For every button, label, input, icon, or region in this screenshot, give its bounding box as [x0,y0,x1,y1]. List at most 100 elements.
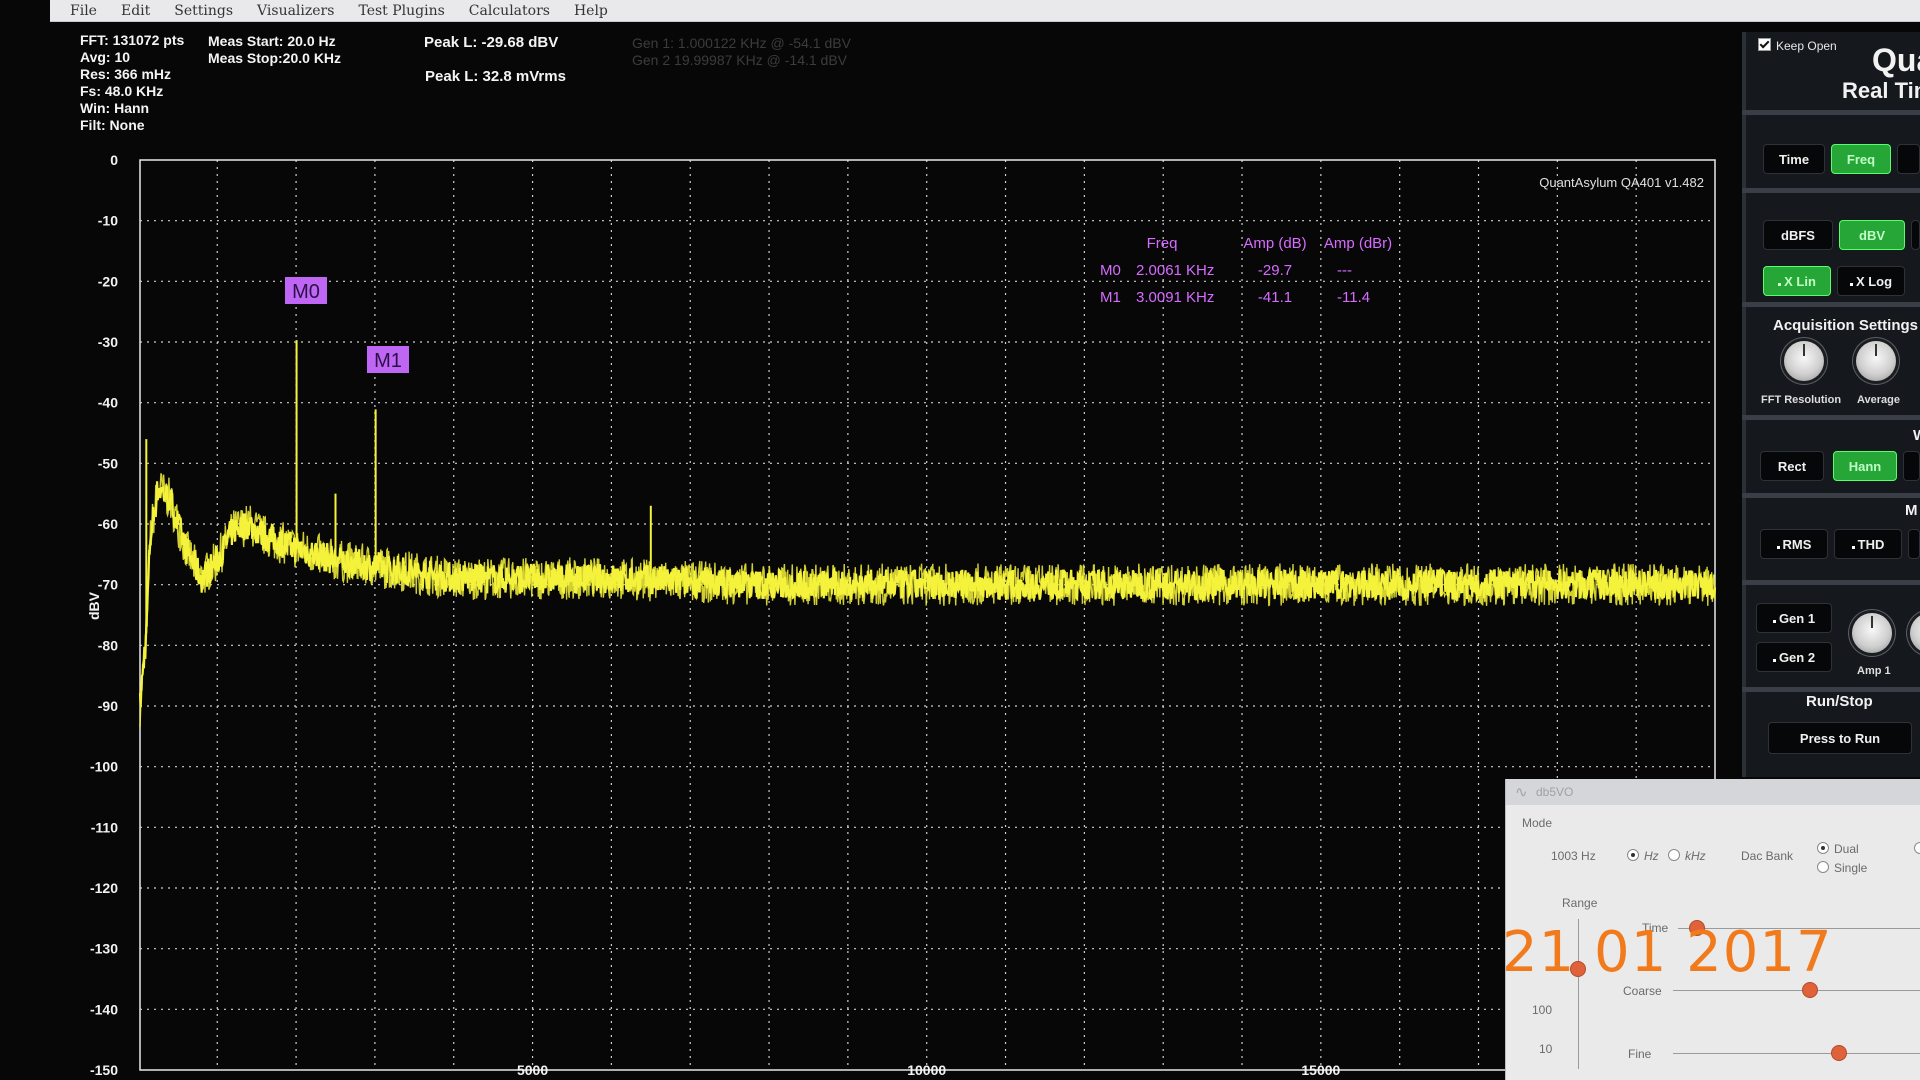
fft-resolution-knob[interactable] [1784,341,1824,381]
marker-row-amp-dbr: -11.4 [1337,289,1370,306]
khz-radio-label: kHz [1685,849,1706,863]
y-tick-label: -140 [90,1001,118,1017]
y-tick-label: -20 [98,273,118,289]
plot-watermark: QuantAsylum QA401 v1.482 [1539,175,1704,190]
keep-open-checkbox[interactable]: Keep Open [1758,38,1837,53]
panel-divider [1742,580,1920,585]
marker-m1[interactable]: M1 [367,346,409,373]
hz-radio[interactable] [1627,849,1639,861]
range-label: Range [1562,896,1598,910]
dialog-title-bar[interactable]: ∿ db5VO [1506,779,1920,805]
mode-button-partial[interactable] [1897,144,1920,174]
gen2-label: Gen 2 [1778,649,1816,665]
panel-divider [1742,110,1920,115]
x-tick-label: 15000 [1301,1062,1340,1078]
amp1-label: Amp 1 [1857,665,1891,677]
rect-window-button[interactable]: Rect [1760,451,1824,481]
y-tick-label: -60 [98,516,118,532]
marker-row-amp-dbr: --- [1337,262,1352,279]
gen2-button[interactable]: Gen 2 [1756,642,1832,672]
y-tick-label: -120 [90,880,118,896]
freq-mode-button[interactable]: Freq [1831,144,1891,174]
y-tick-label: -80 [98,637,118,653]
average-knob[interactable] [1856,341,1896,381]
x-log-label: X Log [1855,273,1893,289]
panel-divider [1742,302,1920,307]
y-tick-label: -70 [98,577,118,593]
dbfs-button[interactable]: dBFS [1763,220,1833,250]
average-label: Average [1857,394,1901,406]
panel-divider [1742,493,1920,498]
hann-window-button[interactable]: Hann [1833,451,1897,481]
indicator-dot-icon [1772,658,1776,662]
indicator-dot-icon [1776,545,1780,549]
extra-radio-partial[interactable] [1914,842,1920,854]
x-tick-label: 5000 [517,1062,548,1078]
rms-button[interactable]: RMS [1760,529,1828,559]
panel-divider [1742,415,1920,420]
y-tick-label: -150 [90,1062,118,1078]
hz-radio-label: Hz [1644,849,1659,863]
y-tick-label: -50 [98,455,118,471]
y-axis-label: dBV [86,591,102,620]
fine-label: Fine [1628,1047,1652,1061]
indicator-dot-icon [1772,619,1776,623]
time-mode-button[interactable]: Time [1763,144,1825,174]
marker-m0[interactable]: M0 [285,277,327,304]
coarse-label: Coarse [1623,984,1662,998]
waveform-icon: ∿ [1515,784,1528,801]
dbv-button[interactable]: dBV [1839,220,1905,250]
single-radio[interactable] [1817,861,1829,873]
dual-radio-label: Dual [1834,842,1859,856]
marker-header-freq: Freq [1147,235,1178,252]
camera-date-stamp: 21 01 2017 [1502,920,1833,985]
coarse-slider-thumb[interactable] [1803,983,1817,997]
y-tick-label: -40 [98,395,118,411]
acquisition-settings-title: Acquisition Settings [1773,317,1919,334]
indicator-dot-icon [1851,545,1855,549]
window-section-title: W [1913,427,1920,444]
indicator-dot-icon [1849,282,1853,286]
marker-row-freq: 3.0091 KHz [1136,289,1214,306]
window-button-partial[interactable] [1903,451,1920,481]
marker-row-amp-db: -41.1 [1258,289,1292,306]
x-lin-button[interactable]: X Lin [1763,266,1831,296]
gen1-button[interactable]: Gen 1 [1756,603,1832,633]
brand-title: Qua [1872,42,1920,78]
fft-resolution-label: FFT Resolution [1761,394,1842,406]
measure-section-title: M [1905,502,1918,519]
run-stop-title: Run/Stop [1806,693,1873,710]
marker-row-id: M1 [1100,289,1121,306]
y-tick-label: 0 [110,152,118,168]
brand-subtitle: Real Tim [1842,78,1920,103]
units-button-partial[interactable] [1911,220,1920,250]
indicator-dot-icon [1778,282,1782,286]
x-lin-label: X Lin [1784,273,1816,289]
analyzer-app: File Edit Settings Visualizers Test Plug… [0,0,1920,1080]
y-tick-label: -110 [91,819,118,835]
mode-label: Mode [1522,816,1553,830]
fine-slider-thumb[interactable] [1832,1046,1846,1060]
amp1-knob[interactable] [1852,613,1892,653]
marker-row-amp-db: -29.7 [1258,262,1292,279]
thd-button[interactable]: THD [1834,529,1902,559]
gen1-label: Gen 1 [1778,610,1816,626]
measure-button-partial[interactable] [1908,529,1920,559]
y-tick-label: -30 [98,334,118,350]
y-tick-label: -90 [98,698,118,714]
panel-divider [1742,188,1920,193]
rms-label: RMS [1782,536,1812,552]
range-scale-10: 10 [1539,1042,1553,1056]
frequency-value: 1003 Hz [1551,849,1596,863]
khz-radio[interactable] [1668,849,1680,861]
y-tick-label: -130 [90,941,118,957]
dac-bank-label: Dac Bank [1741,849,1794,863]
checkbox-checked-icon [1758,38,1771,51]
y-tick-label: -10 [98,213,118,229]
marker-m1-label: M1 [374,350,402,372]
range-scale-100: 100 [1532,1003,1553,1017]
marker-row-id: M0 [1100,262,1121,279]
dual-radio[interactable] [1817,842,1829,854]
x-log-button[interactable]: X Log [1837,266,1905,296]
run-button[interactable]: Press to Run [1768,722,1912,754]
